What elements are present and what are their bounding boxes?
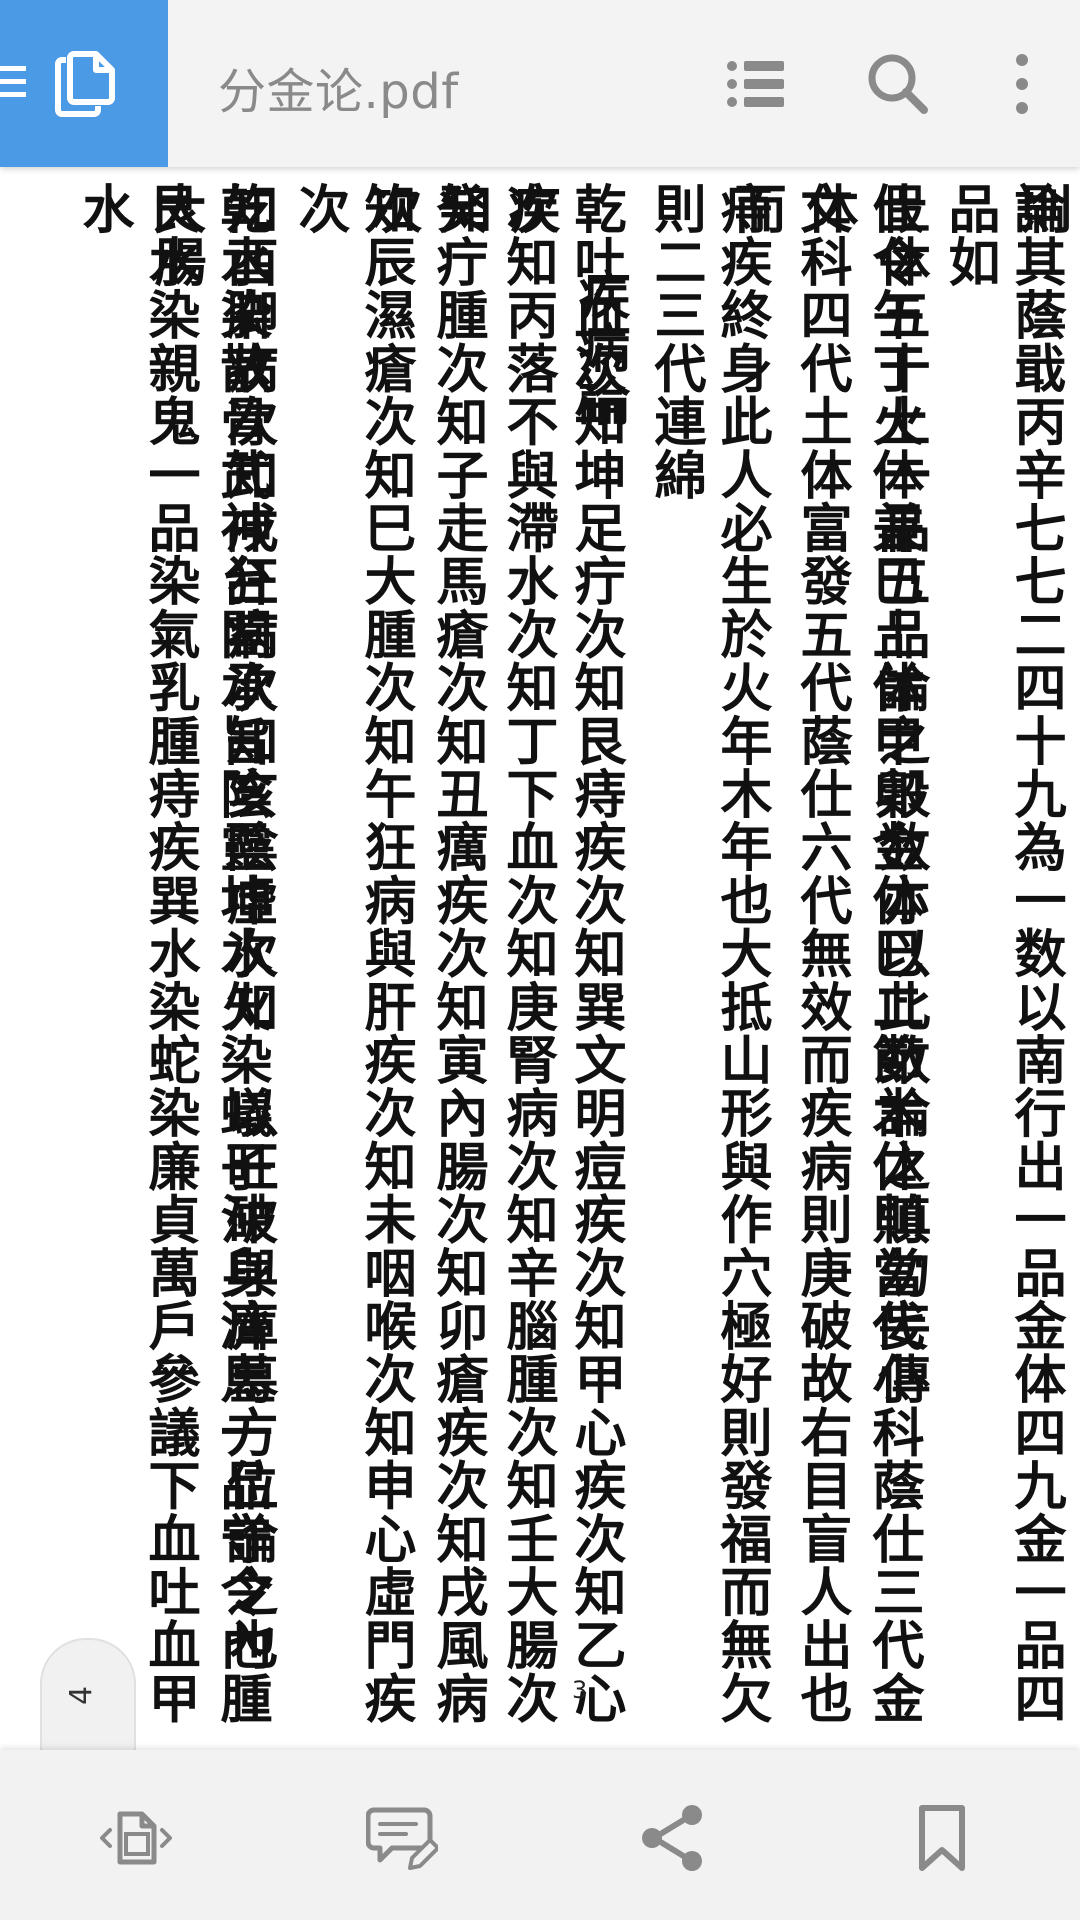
- page-indicator-tab[interactable]: 4: [40, 1638, 136, 1754]
- page-indicator-label: 4: [64, 1685, 100, 1706]
- menu-icon: [0, 66, 26, 97]
- bookmark-icon[interactable]: [906, 1802, 978, 1874]
- text-column: 痔疾終身此人必生於火年木年也大抵山形與作穴極好則發福而無欠則二三代連綿: [645, 182, 772, 1725]
- document-icon: [55, 51, 115, 117]
- list-icon[interactable]: [724, 52, 788, 116]
- comment-edit-icon[interactable]: [366, 1802, 438, 1874]
- search-icon[interactable]: [866, 52, 930, 116]
- document-title: 分金论.pdf: [218, 64, 459, 120]
- text-column: 知辰濕瘡次知巳大腫次知午狂病與肝疾次知未咽喉次知申心虛門疾次: [289, 182, 416, 1725]
- page-number: 3: [572, 1676, 588, 1704]
- page-layout-icon[interactable]: [100, 1802, 172, 1874]
- share-icon[interactable]: [636, 1802, 708, 1874]
- text-column: 論其蔭戢丙辛七七二四十九為一数以南行出一品金体四九金一品四品如: [939, 182, 1066, 1725]
- text-column: 艮水染親鬼一品染氣乳腫痔疾巽水染蛇染廉貞萬戶參議下血吐血甲水: [73, 182, 200, 1725]
- bottom-toolbar: [0, 1750, 1080, 1920]
- document-panel-toggle[interactable]: [0, 0, 168, 167]
- pdf-page[interactable]: 方位論其吉凶何病詳論八首極好則從其所任之方位發福也木体八首則 論其蔭戢丙辛七七二…: [0, 168, 1080, 1748]
- top-app-bar: 分金论.pdf: [0, 0, 1080, 167]
- more-vert-icon[interactable]: [990, 52, 1054, 116]
